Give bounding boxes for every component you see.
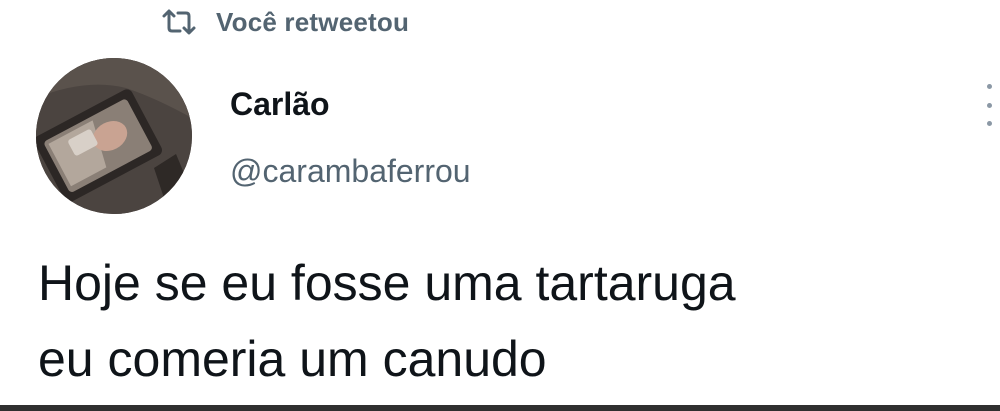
retweet-label: Você retweetou xyxy=(216,6,410,37)
tweet-text-line: Hoje se eu fosse uma tartaruga xyxy=(38,255,736,311)
tweet-text: Hoje se eu fosse uma tartaruga eu comeri… xyxy=(38,245,978,397)
retweet-banner: Você retweetou xyxy=(160,4,409,40)
tweet-text-line: eu comeria um canudo xyxy=(38,331,547,387)
more-dot-icon xyxy=(986,102,992,108)
avatar[interactable] xyxy=(36,58,192,214)
more-dot-icon xyxy=(986,121,992,126)
more-options-button[interactable] xyxy=(982,84,996,126)
bottom-divider xyxy=(0,405,1000,411)
more-dot-icon xyxy=(986,84,992,89)
retweet-icon xyxy=(160,8,198,36)
author-display-name[interactable]: Carlão xyxy=(230,86,330,123)
author-handle[interactable]: @carambaferrou xyxy=(230,153,471,190)
